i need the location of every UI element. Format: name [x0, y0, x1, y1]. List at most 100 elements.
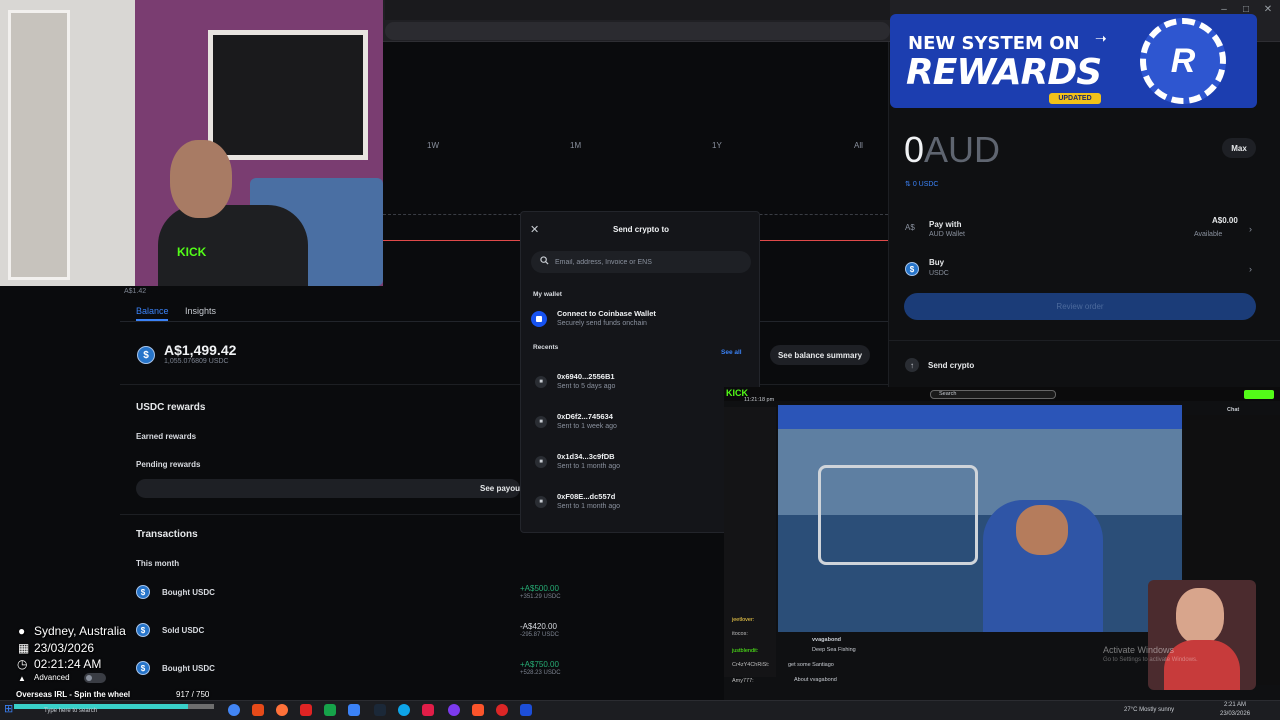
stream-search-placeholder: Search — [939, 391, 957, 397]
time-tab-1m[interactable]: 1M — [570, 141, 581, 150]
recent-address-item[interactable]: ■ 0xF08E...dc557d Sent to 1 month ago — [531, 491, 751, 515]
stream-search[interactable]: Search — [930, 390, 1056, 399]
chat-title: Chat — [1227, 407, 1240, 413]
tab-active-indicator — [136, 319, 168, 321]
about-streamer[interactable]: About vvagabond — [794, 677, 837, 683]
windows-start-icon[interactable]: ⊞ — [4, 704, 15, 715]
activate-windows-sub: Go to Settings to activate Windows. — [1103, 657, 1198, 663]
wallet-icon: ■ — [535, 416, 547, 428]
chrome-icon[interactable] — [228, 704, 240, 716]
address-bar[interactable] — [385, 22, 890, 40]
connect-wallet-title: Connect to Coinbase Wallet — [557, 309, 656, 318]
recent-address-item[interactable]: ■ 0x1d34...3c9fDB Sent to 1 month ago — [531, 451, 751, 475]
chevron-right-icon[interactable]: › — [1249, 264, 1252, 274]
transaction-amount: +A$500.00 — [520, 584, 559, 593]
location-text: Sydney, Australia — [34, 624, 126, 638]
advanced-icon: ▲ — [18, 674, 26, 683]
app-icon[interactable] — [324, 704, 336, 716]
max-button[interactable]: Max — [1222, 138, 1256, 158]
tab-insights[interactable]: Insights — [185, 306, 216, 316]
firefox-icon[interactable] — [276, 704, 288, 716]
usdc-coin-icon: $ — [905, 262, 919, 276]
section-divider — [889, 340, 1280, 341]
coinbase-wallet-icon — [531, 311, 547, 327]
promo-updated-badge: UPDATED — [1049, 93, 1101, 104]
trade-amount-value: 0 — [904, 129, 925, 170]
stream-video[interactable] — [778, 405, 1182, 632]
close-window-icon[interactable]: ✕ — [1259, 4, 1277, 16]
boat-rail — [818, 465, 978, 565]
connect-wallet-item[interactable]: Connect to Coinbase Wallet Securely send… — [531, 308, 751, 332]
chat-user: Amy777: — [732, 678, 754, 684]
screen: – □ ✕ 1W 1M 1Y All A$1.42 Balance Insigh… — [0, 0, 1280, 720]
send-crypto-link[interactable]: Send crypto — [928, 361, 974, 370]
usdc-coin-icon: $ — [137, 346, 155, 364]
get-kicks-button[interactable] — [1244, 390, 1274, 399]
recent-sent: Sent to 5 days ago — [557, 383, 616, 390]
browser-tab-strip[interactable] — [385, 0, 890, 20]
app-icon[interactable] — [252, 704, 264, 716]
taskbar-clock-date[interactable]: 23/03/2026 — [1220, 711, 1250, 717]
weather-widget[interactable]: 27°C Mostly sunny — [1124, 707, 1174, 713]
pay-with-row[interactable] — [905, 220, 1257, 242]
recipient-search[interactable] — [531, 251, 751, 273]
transactions-period: This month — [136, 559, 180, 568]
taskbar-clock-time[interactable]: 2:21 AM — [1224, 702, 1246, 708]
chat-user: jeetlover: — [732, 617, 755, 623]
recent-sent: Sent to 1 month ago — [557, 463, 621, 470]
app-icon[interactable] — [348, 704, 360, 716]
app-icon[interactable] — [448, 704, 460, 716]
window-frame — [208, 30, 368, 160]
recipient-search-input[interactable] — [555, 251, 745, 273]
recent-address-item[interactable]: ■ 0x6940...2556B1 Sent to 5 days ago — [531, 371, 751, 395]
opera-icon[interactable] — [496, 704, 508, 716]
steam-icon[interactable] — [374, 704, 386, 716]
chip-letter: R — [1170, 41, 1196, 80]
see-all-link[interactable]: See all — [721, 349, 742, 356]
send-arrow-icon: ↑ — [905, 358, 919, 372]
transaction-row[interactable]: $ Bought USDC +A$750.00 +528.23 USDC — [136, 660, 756, 683]
time-tab-1w[interactable]: 1W — [427, 141, 439, 150]
calendar-icon: ▦ — [18, 641, 30, 655]
transaction-amount: -A$420.00 — [520, 622, 557, 631]
see-balance-summary-button[interactable]: See balance summary — [770, 345, 870, 365]
advanced-toggle[interactable] — [84, 673, 106, 683]
segment-label: Overseas IRL - Spin the wheel — [16, 690, 131, 699]
transaction-usdc: -295.87 USDC — [520, 632, 560, 638]
time-tab-1y[interactable]: 1Y — [712, 141, 722, 150]
boat-canopy — [778, 405, 1182, 429]
transaction-amount: +A$750.00 — [520, 660, 559, 669]
sailor-head — [1016, 505, 1068, 555]
transaction-row[interactable]: $ Sold USDC -A$420.00 -295.87 USDC — [136, 622, 756, 645]
brave-icon[interactable] — [472, 704, 484, 716]
windows-taskbar — [0, 700, 1280, 720]
advanced-label: Advanced — [34, 673, 70, 682]
chat-message: get some Santiago — [788, 662, 834, 668]
rewards-title: USDC rewards — [136, 402, 206, 413]
transaction-row[interactable]: $ Bought USDC +A$500.00 +351.29 USDC — [136, 584, 756, 607]
transaction-usdc: +351.29 USDC — [520, 594, 561, 600]
wallet-icon: ■ — [535, 496, 547, 508]
promo-rewards: REWARDS — [906, 52, 1102, 93]
chat-user: Cr4zY4ChRiSt: — [732, 662, 770, 668]
trade-amount[interactable]: 0AUD — [904, 129, 1000, 171]
time-tab-all[interactable]: All — [854, 141, 863, 150]
see-payout-button[interactable]: See payou — [136, 479, 520, 498]
review-order-button[interactable]: Review order — [904, 293, 1256, 320]
clock-icon: ◷ — [17, 657, 28, 671]
stream-title: Deep Sea Fishing — [812, 647, 856, 653]
buy-asset: USDC — [929, 270, 949, 277]
recent-address-item[interactable]: ■ 0xD6f2...745634 Sent to 1 week ago — [531, 411, 751, 435]
app-icon[interactable] — [520, 704, 532, 716]
chat-user: itocos: — [732, 631, 748, 637]
progress-count: 917 / 750 — [176, 690, 210, 699]
section-divider — [120, 384, 888, 385]
tab-balance[interactable]: Balance — [136, 306, 169, 316]
app-icon[interactable] — [422, 704, 434, 716]
usdc-equivalent[interactable]: ⇅ 0 USDC — [905, 180, 939, 188]
app-icon[interactable] — [300, 704, 312, 716]
streamer-name[interactable]: vvagabond — [812, 637, 841, 643]
edge-icon[interactable] — [398, 704, 410, 716]
usdc-coin-icon: $ — [136, 661, 150, 675]
taskbar-search-placeholder[interactable]: Type here to search — [44, 708, 97, 714]
